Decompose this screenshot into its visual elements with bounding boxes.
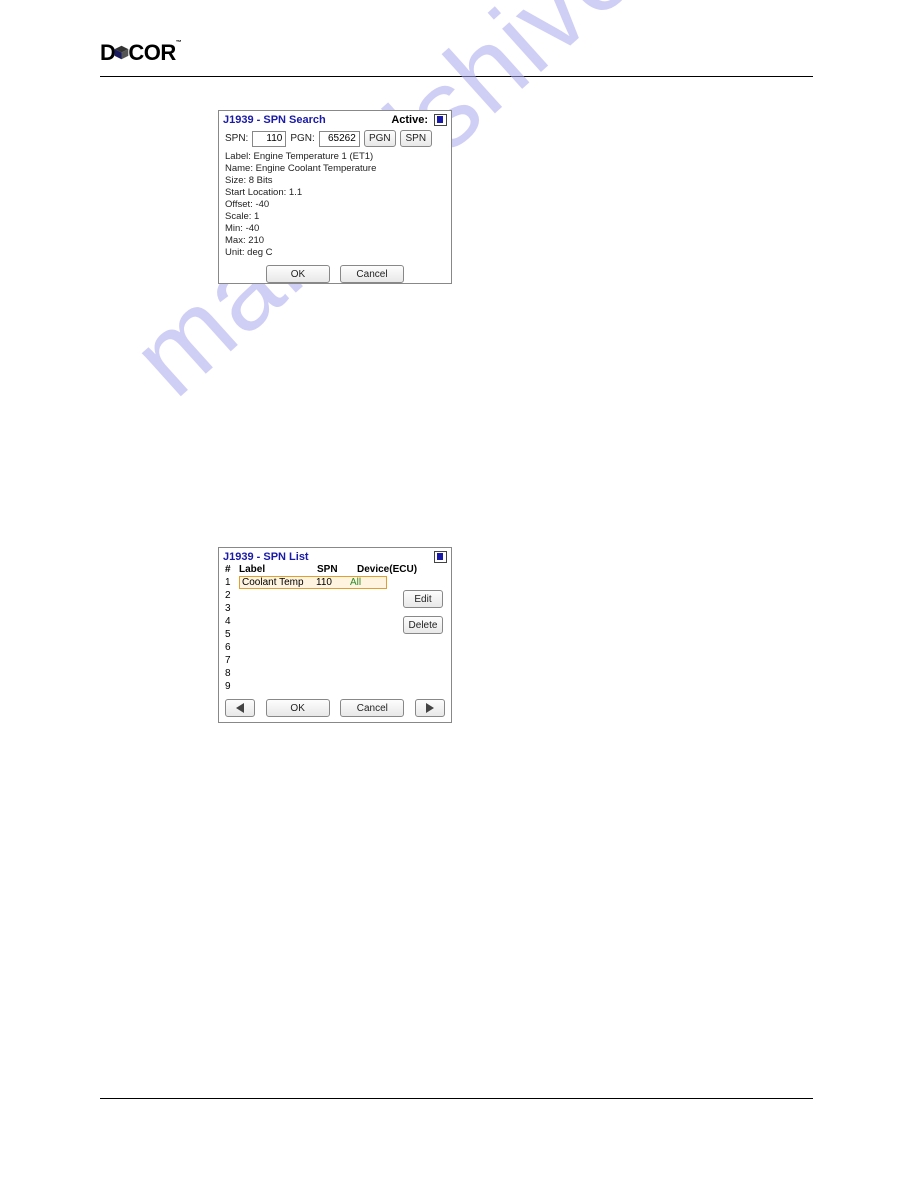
table-row[interactable]: 9 xyxy=(225,680,387,693)
row-num: 7 xyxy=(225,655,239,666)
col-device: Device(ECU) xyxy=(357,564,445,575)
table-row[interactable]: 1 Coolant Temp 110 All xyxy=(225,576,387,589)
table-row[interactable]: 5 xyxy=(225,628,387,641)
prev-button[interactable] xyxy=(225,699,255,717)
row-num: 4 xyxy=(225,616,239,627)
dialog-title: J1939 - SPN Search xyxy=(223,114,326,126)
pgn-input[interactable] xyxy=(319,131,360,147)
triangle-left-icon xyxy=(236,703,244,713)
dialog-titlebar: J1939 - SPN Search Active: xyxy=(219,111,451,127)
table-row[interactable]: 2 xyxy=(225,589,387,602)
cancel-button[interactable]: Cancel xyxy=(340,265,404,283)
table-row[interactable]: 4 xyxy=(225,615,387,628)
table-row[interactable]: 8 xyxy=(225,667,387,680)
cell-spn: 110 xyxy=(316,577,350,588)
cell-device: All xyxy=(350,577,361,588)
field-min: Min: -40 xyxy=(225,223,445,235)
row-num: 9 xyxy=(225,681,239,692)
field-name: Name: Engine Coolant Temperature xyxy=(225,163,445,175)
spn-button[interactable]: SPN xyxy=(400,130,432,147)
field-unit: Unit: deg C xyxy=(225,247,445,259)
spn-input[interactable] xyxy=(252,131,286,147)
spn-list-dialog: J1939 - SPN List # Label SPN Device(ECU)… xyxy=(218,547,452,723)
row-num: 5 xyxy=(225,629,239,640)
col-spn: SPN xyxy=(317,564,357,575)
dialog-title: J1939 - SPN List xyxy=(223,551,309,563)
next-button[interactable] xyxy=(415,699,445,717)
field-offset: Offset: -40 xyxy=(225,199,445,211)
cancel-button[interactable]: Cancel xyxy=(340,699,404,717)
spn-search-dialog: J1939 - SPN Search Active: SPN: PGN: PGN… xyxy=(218,110,452,284)
ok-button[interactable]: OK xyxy=(266,265,330,283)
footer-divider xyxy=(100,1098,813,1100)
cell-label: Coolant Temp xyxy=(242,577,316,588)
table-row[interactable]: 6 xyxy=(225,641,387,654)
window-control-icon[interactable] xyxy=(434,551,447,563)
active-label: Active: xyxy=(391,114,428,126)
pgn-field-label: PGN: xyxy=(290,133,314,144)
field-max: Max: 210 xyxy=(225,235,445,247)
row-num: 2 xyxy=(225,590,239,601)
col-label: Label xyxy=(239,564,317,575)
dialog-titlebar: J1939 - SPN List xyxy=(219,548,451,564)
spn-field-label: SPN: xyxy=(225,133,248,144)
pgn-button[interactable]: PGN xyxy=(364,130,396,147)
field-size: Size: 8 Bits xyxy=(225,175,445,187)
edit-button[interactable]: Edit xyxy=(403,590,443,608)
triangle-right-icon xyxy=(426,703,434,713)
field-scale: Scale: 1 xyxy=(225,211,445,223)
ok-button[interactable]: OK xyxy=(266,699,330,717)
spn-details: Label: Engine Temperature 1 (ET1) Name: … xyxy=(219,149,451,261)
field-label: Label: Engine Temperature 1 (ET1) xyxy=(225,151,445,163)
row-num: 6 xyxy=(225,642,239,653)
table-header: # Label SPN Device(ECU) xyxy=(219,564,451,576)
window-control-icon[interactable] xyxy=(434,114,447,126)
row-num: 1 xyxy=(225,577,239,588)
table-row[interactable]: 3 xyxy=(225,602,387,615)
brand-logo: DCOR™ xyxy=(100,40,181,67)
field-start: Start Location: 1.1 xyxy=(225,187,445,199)
col-num: # xyxy=(225,564,239,575)
row-num: 3 xyxy=(225,603,239,614)
selected-row[interactable]: Coolant Temp 110 All xyxy=(239,576,387,589)
table-row[interactable]: 7 xyxy=(225,654,387,667)
delete-button[interactable]: Delete xyxy=(403,616,443,634)
table-rows: 1 Coolant Temp 110 All 2 3 4 5 6 7 8 9 xyxy=(225,576,387,693)
row-num: 8 xyxy=(225,668,239,679)
